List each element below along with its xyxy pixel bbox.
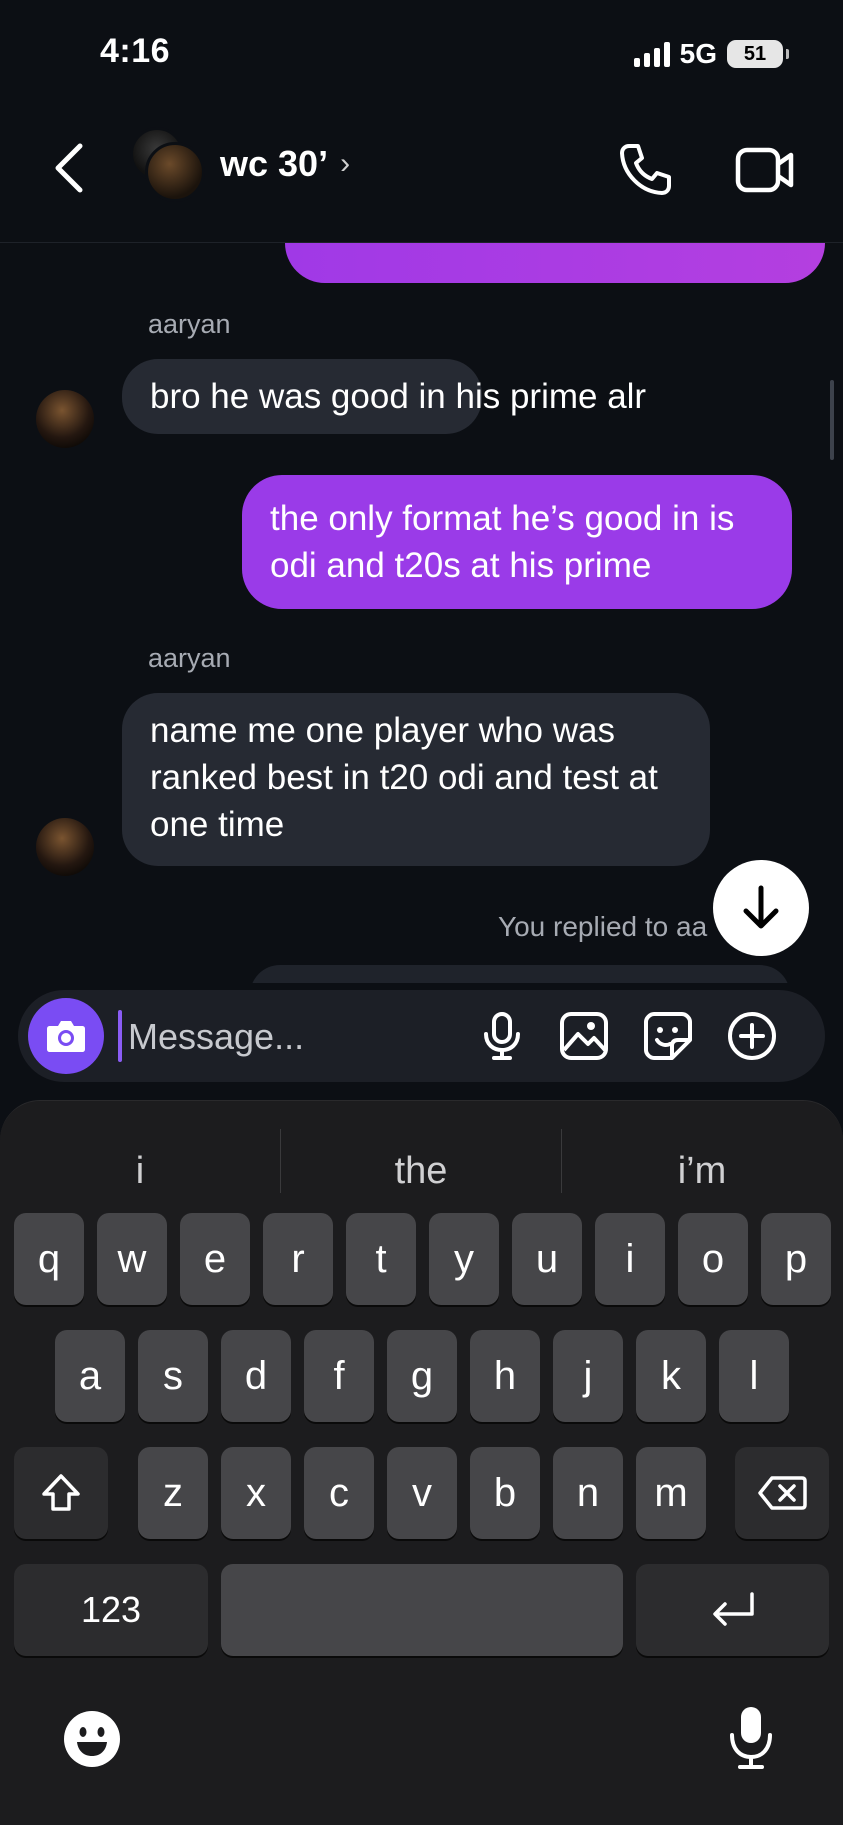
key-d[interactable]: d (221, 1330, 291, 1422)
key-i[interactable]: i (595, 1213, 665, 1305)
outgoing-message[interactable]: the only format he’s good in is odi and … (242, 475, 792, 609)
scroll-to-bottom-button[interactable] (713, 860, 809, 956)
numbers-key[interactable]: 123 (14, 1564, 208, 1656)
message-list[interactable]: aaryan bro he was good in his prime alr … (0, 243, 843, 983)
key-l[interactable]: l (719, 1330, 789, 1422)
return-icon (712, 1592, 754, 1626)
key-v[interactable]: v (387, 1447, 457, 1539)
outgoing-message-partial[interactable] (285, 243, 825, 283)
incoming-message[interactable]: name me one player who was ranked best i… (122, 693, 710, 866)
key-y[interactable]: y (429, 1213, 499, 1305)
chat-header: wc 30’ › (0, 105, 843, 240)
key-o[interactable]: o (678, 1213, 748, 1305)
camera-button[interactable] (28, 998, 104, 1074)
keyboard: i the i’m q w e r t y u i o p a s d f g … (0, 1100, 843, 1825)
backspace-key[interactable] (735, 1447, 829, 1539)
suggestion[interactable]: the (281, 1131, 561, 1211)
key-f[interactable]: f (304, 1330, 374, 1422)
key-x[interactable]: x (221, 1447, 291, 1539)
status-indicators: 5G 51 (633, 38, 789, 70)
key-m[interactable]: m (636, 1447, 706, 1539)
key-p[interactable]: p (761, 1213, 831, 1305)
back-arrow-icon[interactable] (50, 138, 90, 198)
key-c[interactable]: c (304, 1447, 374, 1539)
sender-name: aaryan (148, 643, 231, 673)
sticker-icon[interactable] (642, 1010, 694, 1062)
key-a[interactable]: a (55, 1330, 125, 1422)
space-key[interactable] (221, 1564, 623, 1656)
key-u[interactable]: u (512, 1213, 582, 1305)
sender-name: aaryan (148, 309, 231, 339)
key-s[interactable]: s (138, 1330, 208, 1422)
backspace-icon (758, 1476, 807, 1510)
key-h[interactable]: h (470, 1330, 540, 1422)
key-z[interactable]: z (138, 1447, 208, 1539)
network-label: 5G (679, 38, 717, 69)
camera-icon (47, 1021, 85, 1052)
battery-icon: 51 (727, 40, 789, 68)
sender-avatar[interactable] (36, 818, 94, 876)
incoming-message[interactable]: bro he was good in his prime alr (122, 359, 646, 434)
reply-preview-partial (250, 965, 790, 983)
key-q[interactable]: q (14, 1213, 84, 1305)
key-k[interactable]: k (636, 1330, 706, 1422)
key-w[interactable]: w (97, 1213, 167, 1305)
group-avatar[interactable] (130, 127, 205, 202)
shift-key[interactable] (14, 1447, 108, 1539)
battery-level: 51 (743, 42, 767, 65)
chevron-right-icon: › (340, 147, 351, 180)
key-r[interactable]: r (263, 1213, 333, 1305)
key-b[interactable]: b (470, 1447, 540, 1539)
scrollbar[interactable] (830, 380, 834, 460)
key-j[interactable]: j (553, 1330, 623, 1422)
sender-avatar[interactable] (36, 390, 94, 448)
key-t[interactable]: t (346, 1213, 416, 1305)
return-key[interactable] (636, 1564, 829, 1656)
message-input[interactable] (126, 1008, 480, 1066)
dictation-mic-icon[interactable] (726, 1705, 776, 1771)
microphone-icon[interactable] (476, 1010, 528, 1062)
text-caret (118, 1010, 122, 1062)
key-n[interactable]: n (553, 1447, 623, 1539)
chat-title-text: wc 30’ (220, 143, 329, 184)
emoji-icon[interactable] (62, 1709, 122, 1769)
video-camera-icon[interactable] (735, 142, 797, 198)
chat-title[interactable]: wc 30’ › (220, 143, 350, 185)
message-composer (18, 990, 825, 1082)
avatar-front (145, 142, 205, 202)
phone-icon[interactable] (615, 140, 675, 200)
signal-icon (633, 41, 670, 67)
shift-icon (42, 1474, 80, 1511)
key-g[interactable]: g (387, 1330, 457, 1422)
suggestion[interactable]: i (0, 1131, 280, 1211)
key-e[interactable]: e (180, 1213, 250, 1305)
plus-circle-icon[interactable] (726, 1010, 778, 1062)
reply-notice: You replied to aa (498, 911, 708, 942)
gallery-icon[interactable] (558, 1010, 610, 1062)
arrow-down-icon (743, 885, 779, 929)
status-time: 4:16 (100, 32, 171, 70)
suggestion[interactable]: i’m (562, 1131, 842, 1211)
